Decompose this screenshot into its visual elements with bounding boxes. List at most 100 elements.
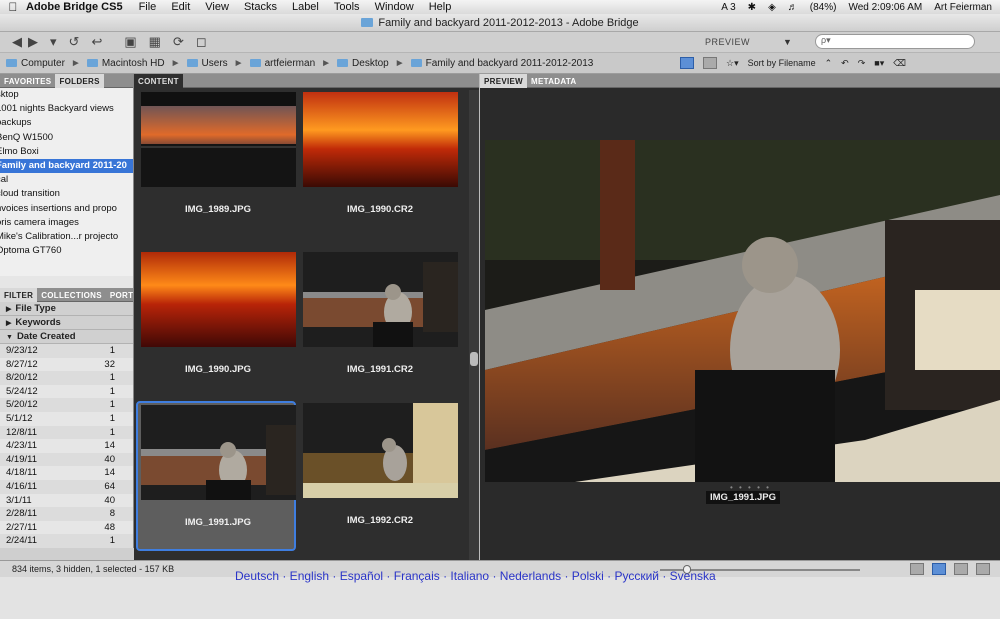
folder-item[interactable]: backups [0,116,133,130]
date-filter-row[interactable]: 4/16/11 64 [0,479,133,494]
tab-favorites[interactable]: FAVORITES [0,74,55,88]
rotate-icon[interactable]: ⟳ [173,34,184,50]
redo-icon[interactable]: ↷ [858,58,866,69]
date-filter-row[interactable]: 5/20/12 1 [0,398,133,412]
crumb-desktop[interactable]: Desktop ► [337,58,405,69]
date-filter-row[interactable]: 4/19/11 40 [0,452,133,467]
date-label: 8/20/12 [6,372,38,384]
crumb-macintosh-hd[interactable]: Macintosh HD ► [86,58,181,69]
new-folder-icon[interactable]: ■▾ [874,58,884,69]
volume-icon[interactable]: ♬ [788,2,798,13]
view-details-button[interactable] [954,563,968,575]
view-grid-button[interactable] [680,57,694,69]
camera-icon[interactable]: ▣ [124,34,136,50]
tab-preview[interactable]: PREVIEW [480,74,527,88]
folder-item[interactable]: oris camera images [0,216,133,230]
menu-file[interactable]: File [139,1,157,13]
date-filter-row[interactable]: 12/8/11 1 [0,425,133,440]
menu-help[interactable]: Help [429,1,452,13]
date-filter-row[interactable]: 4/23/11 14 [0,439,133,453]
tab-collections[interactable]: COLLECTIONS [37,288,106,302]
menu-edit[interactable]: Edit [171,1,190,13]
content-scrollbar[interactable] [469,90,479,560]
bluetooth-icon[interactable]: ✱ [748,2,756,13]
date-filter-row[interactable]: 4/18/11 14 [0,466,133,480]
menu-app-name[interactable]: Adobe Bridge CS5 [26,1,123,13]
thumbnail-item[interactable]: IMG_1989.JPG [138,90,298,240]
folder-item[interactable]: BenQ W1500 [0,131,133,145]
tab-content[interactable]: CONTENT [134,74,183,88]
back-icon[interactable]: ◀ [12,34,22,50]
crumb-users[interactable]: Users ► [186,58,244,69]
folder-item[interactable]: sktop [0,88,133,102]
date-filter-row[interactable]: 2/24/11 1 [0,534,133,548]
adobe-icon[interactable]: A 3 [721,2,735,13]
date-filter-row[interactable]: 2/28/11 8 [0,507,133,521]
view-list-mode-button[interactable] [976,563,990,575]
date-filter-row[interactable]: 5/1/12 1 [0,412,133,426]
search-input[interactable]: ρ▾ [815,34,975,49]
menu-stacks[interactable]: Stacks [244,1,277,13]
folder-item[interactable]: Optoma GT760 [0,244,133,258]
open-icon[interactable]: ◻ [196,34,207,50]
date-filter-row[interactable]: 3/1/11 40 [0,494,133,508]
filter-file-type[interactable]: ▶ File Type [0,302,133,316]
view-thumbnails-button[interactable] [932,563,946,575]
thumbnail-item[interactable]: IMG_1992.CR2 [300,401,460,551]
menu-tools[interactable]: Tools [334,1,360,13]
workspace-dropdown-icon[interactable]: ▼ [783,37,792,47]
menu-window[interactable]: Window [375,1,414,13]
wifi-icon[interactable]: ◈ [768,2,776,13]
date-filter-row[interactable]: 8/20/12 1 [0,371,133,385]
tab-filter[interactable]: FILTER [0,288,38,302]
date-filter-row[interactable]: 8/27/12 32 [0,358,133,372]
sort-dropdown[interactable]: Sort by Filename [748,58,816,68]
folder-item[interactable]: Elmo Boxi [0,145,133,159]
user-name[interactable]: Art Feierman [934,2,992,13]
sort-direction-icon[interactable]: ⌃ [825,58,833,69]
tab-folders[interactable]: FOLDERS [55,74,104,88]
date-filter-row[interactable]: 5/24/12 1 [0,385,133,399]
scrollbar-thumb[interactable] [470,352,478,366]
content-panel: CONTENT IMG_1989.JPG IMG_1990.CR2 IMG_19… [134,74,479,560]
dropdown-icon[interactable]: ▾ [50,34,57,50]
tab-export[interactable]: PORT [106,288,137,302]
tab-metadata[interactable]: METADATA [527,74,581,88]
forward-icon[interactable]: ▶ [28,34,38,50]
workspace-preview[interactable]: PREVIEW [705,37,750,47]
recent-icon[interactable]: ↺ [69,34,80,50]
filter-keywords[interactable]: ▶ Keywords [0,316,133,330]
thumbnail-item[interactable]: IMG_1990.JPG [138,250,298,400]
undo-icon[interactable]: ↶ [841,58,849,69]
crumb-computer[interactable]: Computer ► [6,58,81,69]
home-icon [249,59,261,67]
refine-icon[interactable]: ▦ [149,34,161,50]
date-label: 4/19/11 [6,453,37,465]
thumbnail-label: IMG_1990.JPG [184,364,251,375]
thumbnail-item-selected[interactable]: IMG_1991.JPG [136,401,296,551]
thumbnail-item[interactable]: IMG_1990.CR2 [300,90,460,240]
date-count: 1 [109,412,115,424]
folder-item[interactable]: Mike's Calibration...r projecto [0,230,133,244]
folder-item[interactable]: cloud transition [0,187,133,201]
menu-view[interactable]: View [205,1,229,13]
return-icon[interactable]: ↩ [91,34,102,50]
menu-label[interactable]: Label [292,1,319,13]
crumb-current-folder[interactable]: Family and backyard 2011-2012-2013 [410,58,593,69]
crumb-artfeierman[interactable]: artfeierman ► [249,58,331,69]
folder-item[interactable]: cal [0,173,133,187]
star-filter-icon[interactable]: ☆▾ [726,58,739,69]
grid-lock-button[interactable] [910,563,924,575]
thumbnail-item[interactable]: IMG_1991.CR2 [300,250,460,400]
filter-date-created[interactable]: ▼ Date Created [0,330,133,344]
date-filter-row[interactable]: 9/23/12 1 [0,344,133,358]
folder-item[interactable]: 1001 nights Backyard views [0,102,133,116]
battery-status[interactable]: (84%) [810,2,837,13]
folder-item[interactable]: nvoices insertions and propo [0,202,133,216]
view-list-button[interactable] [703,57,717,69]
date-filter-row[interactable]: 2/27/11 48 [0,521,133,535]
clock[interactable]: Wed 2:09:06 AM [848,2,922,13]
apple-icon[interactable]:  [0,0,26,14]
trash-icon[interactable]: ⌫ [893,58,906,69]
folder-item-selected[interactable]: Family and backyard 2011-20 [0,158,133,174]
